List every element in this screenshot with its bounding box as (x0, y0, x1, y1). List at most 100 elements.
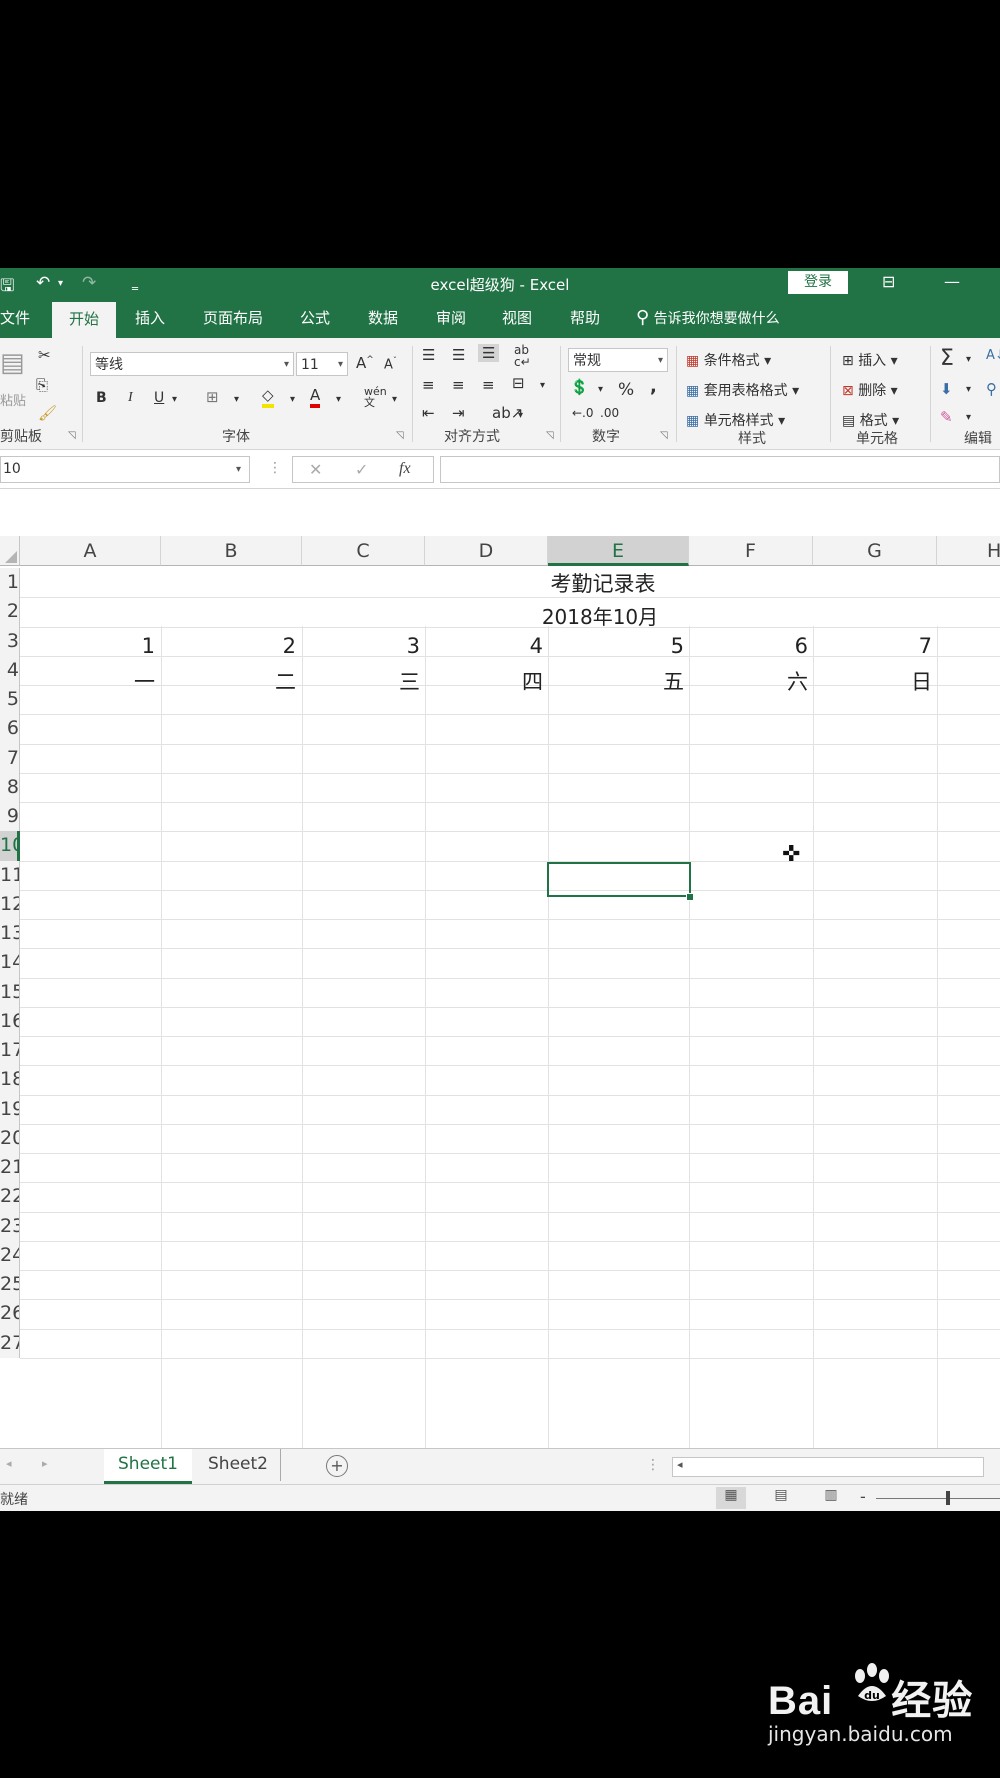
row-header[interactable]: 8 (0, 772, 20, 802)
decrease-indent-icon[interactable]: ⇤ (422, 404, 435, 422)
percent-button[interactable]: % (618, 380, 634, 400)
chevron-down-icon[interactable]: ▾ (966, 354, 971, 365)
cancel-icon[interactable]: ✕ (309, 460, 322, 479)
day-number-cell[interactable]: 1 (20, 634, 155, 658)
name-box[interactable]: 10 ▾ (0, 456, 250, 483)
horizontal-scrollbar[interactable]: ◂ (672, 1457, 984, 1477)
column-header-c[interactable]: C (302, 536, 425, 566)
chevron-down-icon[interactable]: ▾ (336, 394, 341, 405)
tab-view[interactable]: 视图 (494, 298, 540, 338)
column-header-f[interactable]: F (689, 536, 813, 566)
sort-filter-icon[interactable]: A↓ (986, 348, 1000, 363)
tab-page-layout[interactable]: 页面布局 (196, 298, 270, 338)
row-header[interactable]: 24 (0, 1240, 20, 1270)
row-header[interactable]: 13 (0, 919, 20, 949)
align-bottom-icon[interactable]: ☰ (478, 344, 500, 362)
row-header[interactable]: 18 (0, 1065, 20, 1095)
page-break-view-icon[interactable]: ▥ (816, 1487, 846, 1509)
sheet-month-cell[interactable]: 2018年10月 (520, 601, 680, 630)
bold-button[interactable]: B (96, 390, 107, 406)
borders-icon[interactable]: ⊞ (206, 388, 219, 406)
format-cells-button[interactable]: ▤ 格式 ▾ (842, 410, 899, 430)
active-cell[interactable] (547, 862, 691, 897)
row-header[interactable]: 10 (0, 831, 20, 861)
login-button[interactable]: 登录 (788, 271, 848, 294)
font-launcher-icon[interactable]: ◹ (396, 430, 404, 441)
day-number-cell[interactable]: 6 (689, 634, 808, 658)
chevron-down-icon[interactable]: ▾ (290, 394, 295, 405)
sheet-tab-sheet2[interactable]: Sheet2 (196, 1449, 281, 1481)
grow-font-icon[interactable]: A^ (356, 354, 374, 372)
insert-function-icon[interactable]: fx (399, 460, 411, 478)
weekday-cell[interactable]: 六 (689, 666, 808, 696)
add-sheet-button[interactable]: + (326, 1455, 348, 1477)
weekday-cell[interactable]: 日 (813, 666, 932, 696)
font-name-select[interactable]: 等线 ▾ (90, 352, 294, 376)
enter-icon[interactable]: ✓ (355, 460, 368, 479)
day-number-cell[interactable]: 3 (302, 634, 420, 658)
clear-icon[interactable]: ✎ (940, 408, 953, 426)
tell-me-search[interactable]: ⚲ 告诉我你想要做什么 (636, 298, 780, 338)
scroll-left-icon[interactable]: ◂ (6, 1457, 12, 1470)
chevron-down-icon[interactable]: ▾ (172, 394, 177, 405)
weekday-cell[interactable]: 五 (548, 666, 684, 696)
chevron-down-icon[interactable]: ▾ (234, 394, 239, 405)
minimize-icon[interactable]: — (944, 272, 960, 291)
column-header-b[interactable]: B (161, 536, 302, 566)
chevron-down-icon[interactable]: ▾ (540, 380, 545, 391)
day-number-cell[interactable]: 5 (548, 634, 684, 658)
align-middle-icon[interactable]: ☰ (452, 346, 465, 364)
chevron-down-icon[interactable]: ▾ (966, 412, 971, 423)
format-as-table-button[interactable]: ▦ 套用表格格式 ▾ (686, 380, 799, 400)
select-all-corner[interactable] (0, 536, 20, 566)
align-right-icon[interactable]: ≡ (482, 376, 495, 394)
day-number-cell[interactable]: 4 (425, 634, 543, 658)
column-header-h[interactable]: H (937, 536, 1000, 566)
font-size-select[interactable]: 11 ▾ (296, 352, 348, 376)
insert-cells-button[interactable]: ⊞ 插入 ▾ (842, 350, 898, 370)
delete-cells-button[interactable]: ⊠ 删除 ▾ (842, 380, 898, 400)
weekday-cell[interactable]: 三 (302, 666, 420, 696)
row-header[interactable]: 20 (0, 1123, 20, 1153)
font-color-icon[interactable]: A (310, 386, 321, 408)
row-header[interactable]: 12 (0, 889, 20, 919)
row-header[interactable]: 26 (0, 1299, 20, 1329)
alignment-launcher-icon[interactable]: ◹ (546, 430, 554, 441)
sheet-title-cell[interactable]: 考勤记录表 (548, 568, 658, 598)
tab-help[interactable]: 帮助 (562, 298, 608, 338)
format-painter-icon[interactable]: 🖌 (38, 404, 57, 422)
formula-input[interactable] (440, 456, 1000, 483)
chevron-down-icon[interactable]: ▾ (518, 410, 523, 421)
day-number-cell[interactable]: 7 (813, 634, 932, 658)
sheet-tab-sheet1[interactable]: Sheet1 (104, 1449, 192, 1484)
row-header[interactable]: 1 (0, 568, 20, 598)
fill-icon[interactable]: ⬇ (940, 380, 953, 398)
phonetic-icon[interactable]: wén 文 (364, 386, 387, 408)
row-header[interactable]: 17 (0, 1036, 20, 1066)
tab-review[interactable]: 审阅 (428, 298, 474, 338)
column-header-g[interactable]: G (813, 536, 937, 566)
row-header[interactable]: 2 (0, 597, 20, 627)
tab-formulas[interactable]: 公式 (292, 298, 338, 338)
zoom-slider[interactable] (876, 1498, 1000, 1499)
row-header[interactable]: 9 (0, 802, 20, 832)
row-header[interactable]: 16 (0, 1006, 20, 1036)
decrease-decimal-icon[interactable]: .00 (600, 406, 619, 420)
find-icon[interactable]: ⚲ (986, 380, 997, 398)
increase-decimal-icon[interactable]: ←.0 (572, 406, 594, 420)
column-header-a[interactable]: A (20, 536, 161, 566)
conditional-formatting-button[interactable]: ▦ 条件格式 ▾ (686, 350, 771, 370)
row-header[interactable]: 7 (0, 743, 20, 773)
increase-indent-icon[interactable]: ⇥ (452, 404, 465, 422)
tab-data[interactable]: 数据 (360, 298, 406, 338)
accounting-format-icon[interactable]: 💲 (570, 378, 589, 396)
row-header[interactable]: 23 (0, 1211, 20, 1241)
autosum-button[interactable]: Σ (940, 346, 954, 371)
chevron-down-icon[interactable]: ▾ (598, 384, 603, 395)
fill-handle[interactable] (686, 893, 694, 901)
tab-file[interactable]: 文件 (0, 298, 30, 338)
merge-center-icon[interactable]: ⊟ (512, 374, 525, 392)
row-header[interactable]: 5 (0, 685, 20, 715)
row-header[interactable]: 27 (0, 1328, 20, 1358)
fill-color-icon[interactable]: ◇ (262, 386, 274, 408)
